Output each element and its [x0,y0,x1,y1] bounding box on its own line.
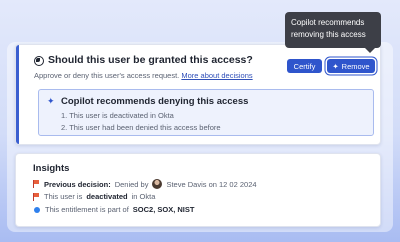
previous-decision-label: Previous decision: [44,179,111,189]
card-accent-bar [16,45,19,144]
certify-label: Certify [293,61,316,71]
sparkle-icon: ✦ [332,61,339,71]
status-suffix: in Okta [131,192,156,201]
insight-user-status: This user is deactivated in Okta [33,192,155,201]
status-value: deactivated [86,192,128,201]
recommendation-title: Copilot recommends denying this access [61,96,249,107]
certify-button[interactable]: Certify [287,59,322,73]
remove-button[interactable]: ✦ Remove [327,59,375,73]
insights-title: Insights [33,163,70,174]
remove-label: Remove [341,61,370,71]
info-dot-icon [34,206,40,213]
insights-card: Insights Previous decision: Denied by St… [15,153,381,227]
recommendation-reasons: 1. This user is deactivated in Okta 2. T… [61,110,221,134]
flag-icon [33,180,40,188]
decision-question: Should this user be granted this access? [48,54,253,66]
subtitle-text: Approve or deny this user's access reque… [34,71,180,80]
previous-decision-person: Steve Davis on 12 02 2024 [166,179,257,189]
reason-item: 1. This user is deactivated in Okta [61,111,174,120]
remove-tooltip: Copilot recommends removing this access [285,12,381,53]
insight-previous-decision: Previous decision: Denied by Steve Davis… [33,179,257,189]
access-decision-card: Should this user be granted this access?… [15,44,381,145]
entitlement-prefix: This entitlement is part of [45,205,129,214]
status-prefix: This user is [44,192,83,201]
flag-icon [33,192,40,201]
copilot-recommendation: ✦ Copilot recommends denying this access… [38,89,374,136]
decision-subtitle: Approve or deny this user's access reque… [34,71,253,80]
previous-decision-text: Denied by [114,179,149,189]
avatar [152,179,163,189]
question-icon [34,56,44,66]
more-about-decisions-link[interactable]: More about decisions [181,71,252,80]
copilot-sparkle-icon: ✦ [47,96,55,106]
entitlement-value: SOC2, SOX, NIST [132,205,195,214]
insight-entitlement: This entitlement is part of SOC2, SOX, N… [33,205,194,214]
reason-item: 2. This user had been denied this access… [61,123,221,132]
